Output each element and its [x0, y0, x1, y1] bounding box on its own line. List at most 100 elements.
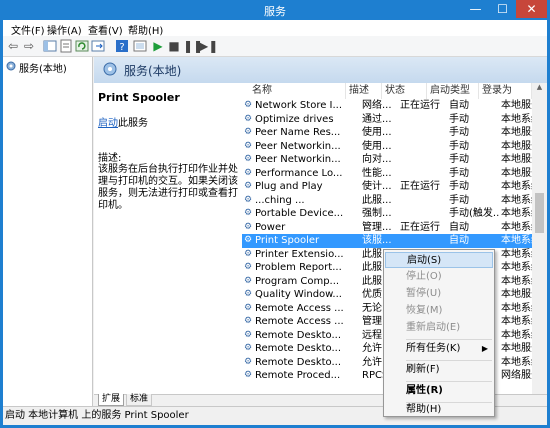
- ctx-stop[interactable]: 停止(O): [406, 269, 494, 285]
- console-icon[interactable]: [133, 39, 147, 53]
- service-startup-cell: 自动: [449, 100, 469, 111]
- ctx-start[interactable]: 启动(S): [385, 252, 493, 268]
- submenu-arrow-icon: ▶: [481, 344, 488, 353]
- close-button[interactable]: ✕: [516, 0, 547, 18]
- service-startup-cell: 手动: [449, 154, 469, 165]
- table-row[interactable]: ⚙ Peer Networkin... 使用... 手动 本地服务: [242, 140, 541, 154]
- menu-file[interactable]: 文件(F): [11, 22, 45, 37]
- service-gear-icon: ⚙: [244, 235, 253, 245]
- column-header-name[interactable]: 名称: [242, 83, 346, 99]
- service-name-cell: Printer Extensio...: [255, 248, 344, 260]
- table-row[interactable]: ⚙ Peer Name Res... 使用... 手动 本地服务: [242, 126, 541, 140]
- service-description-cell: 管理...: [362, 221, 392, 233]
- service-name-cell: Quality Window...: [255, 289, 342, 300]
- table-row[interactable]: ⚙ Portable Device... 强制... 手动(触发... 本地系统: [242, 207, 541, 221]
- table-row[interactable]: ⚙ Peer Networkin... 向对... 手动 本地服务: [242, 153, 541, 167]
- service-name-cell: ...ching ...: [255, 194, 305, 206]
- service-gear-icon: ⚙: [244, 140, 253, 151]
- service-description-cell: 网络...: [362, 100, 392, 111]
- start-service-link[interactable]: 启动: [98, 118, 118, 129]
- forward-icon[interactable]: ⇨: [22, 39, 36, 53]
- service-gear-icon: ⚙: [244, 329, 253, 340]
- service-name-cell: Portable Device...: [255, 208, 344, 219]
- description-pane: Print Spooler 启动此服务 描述: 该服务在后台执行打印作业并处理与…: [94, 83, 242, 394]
- export-icon[interactable]: [91, 39, 105, 53]
- pause-icon[interactable]: ❚❚: [183, 39, 203, 53]
- table-row[interactable]: ⚙ Performance Lo... 性能... 手动 本地服务: [242, 167, 541, 181]
- console-tree-icon[interactable]: [43, 39, 57, 53]
- service-name-cell: Remote Access ...: [255, 302, 344, 314]
- service-name: Print Spooler: [98, 91, 180, 104]
- ctx-pause[interactable]: 暂停(U): [406, 286, 494, 302]
- service-description-cell: 使用...: [362, 140, 392, 152]
- service-description-cell: 性能...: [362, 167, 392, 179]
- service-gear-icon: ⚙: [244, 275, 253, 286]
- resume-icon[interactable]: ▶❚: [199, 39, 218, 53]
- table-row[interactable]: ⚙ Plug and Play 使计... 正在运行 手动 本地系统: [242, 180, 541, 194]
- service-gear-icon: ⚙: [244, 356, 253, 367]
- svg-text:?: ?: [119, 42, 124, 53]
- service-name-cell: Problem Report...: [255, 262, 342, 273]
- service-name-cell: Network Store I...: [255, 100, 343, 111]
- toolbar: ⇦ ⇨ ? ▶ ■ ❚❚ ▶❚: [3, 36, 547, 57]
- service-name-cell: Plug and Play: [255, 181, 323, 192]
- back-icon[interactable]: ⇦: [6, 39, 20, 53]
- service-name-cell: Print Spooler: [255, 235, 320, 246]
- stop-icon[interactable]: ■: [167, 39, 181, 53]
- service-name-cell: Remote Deskto...: [255, 343, 342, 354]
- service-description-cell: 使计...: [362, 181, 392, 192]
- ctx-help[interactable]: 帮助(H): [406, 402, 494, 418]
- service-status-cell: 正在运行: [400, 181, 440, 192]
- scroll-up-icon[interactable]: ▲: [532, 83, 547, 91]
- column-header-logon-as[interactable]: 登录为: [479, 83, 532, 99]
- minimize-button[interactable]: —: [462, 0, 489, 18]
- menu-help[interactable]: 帮助(H): [128, 22, 163, 37]
- column-header-startup-type[interactable]: 启动类型: [427, 83, 479, 99]
- tree-node-services-local[interactable]: 服务(本地): [5, 60, 67, 75]
- menu-action[interactable]: 操作(A): [47, 22, 82, 37]
- service-status-cell: 正在运行: [400, 221, 440, 233]
- service-gear-icon: ⚙: [244, 154, 253, 164]
- ctx-properties[interactable]: 属性(R): [406, 383, 494, 399]
- service-gear-icon: ⚙: [244, 343, 253, 353]
- ctx-refresh[interactable]: 刷新(F): [406, 362, 494, 378]
- table-row[interactable]: ⚙ Power 管理... 正在运行 自动 本地系统: [242, 221, 541, 235]
- ctx-separator: [406, 339, 492, 340]
- service-gear-icon: ⚙: [244, 316, 253, 326]
- title-bar[interactable]: 服务 — ☐ ✕: [0, 0, 550, 20]
- ctx-restart[interactable]: 重新启动(E): [406, 320, 494, 336]
- column-header-status[interactable]: 状态: [382, 83, 427, 99]
- column-header-description[interactable]: 描述: [346, 83, 382, 99]
- start-service-suffix: 此服务: [118, 118, 148, 129]
- play-icon[interactable]: ▶: [151, 39, 165, 53]
- tab-extended[interactable]: 扩展: [98, 394, 125, 406]
- ctx-separator: [406, 360, 492, 361]
- tab-standard[interactable]: 标准: [126, 394, 153, 406]
- maximize-button[interactable]: ☐: [489, 0, 516, 18]
- table-row[interactable]: ⚙ Print Spooler 该服... 自动 本地系统: [242, 234, 541, 248]
- ctx-resume[interactable]: 恢复(M): [406, 303, 494, 319]
- service-startup-cell: 手动: [449, 113, 469, 125]
- ctx-all-tasks-label: 所有任务(K): [406, 343, 461, 354]
- service-name-cell: Peer Networkin...: [255, 154, 341, 165]
- table-row[interactable]: ⚙ Network Store I... 网络... 正在运行 自动 本地服务: [242, 99, 541, 113]
- scrollbar-thumb[interactable]: [535, 193, 544, 233]
- ctx-all-tasks[interactable]: 所有任务(K) ▶: [406, 341, 494, 357]
- vertical-scrollbar[interactable]: ▲: [532, 83, 547, 394]
- help-icon[interactable]: ?: [115, 39, 129, 53]
- service-description-cell: 该服...: [362, 235, 392, 246]
- service-gear-icon: ⚙: [244, 127, 253, 137]
- refresh-icon[interactable]: [75, 39, 89, 53]
- properties-icon[interactable]: [59, 39, 73, 53]
- start-service-row: 启动此服务: [98, 114, 238, 129]
- service-startup-cell: 手动: [449, 194, 469, 206]
- menu-view[interactable]: 查看(V): [88, 22, 123, 37]
- service-startup-cell: 自动: [449, 235, 469, 246]
- service-gear-icon: ⚙: [244, 370, 253, 380]
- service-name-cell: Remote Proced...: [255, 370, 341, 381]
- table-row[interactable]: ⚙ ...ching ... 此服... 手动 本地系统: [242, 194, 541, 208]
- menu-bar: 文件(F) 操作(A) 查看(V) 帮助(H): [3, 20, 547, 37]
- table-row[interactable]: ⚙ Optimize drives 通过... 手动 本地系统: [242, 113, 541, 127]
- service-gear-icon: ⚙: [244, 194, 253, 205]
- service-gear-icon: ⚙: [244, 100, 253, 110]
